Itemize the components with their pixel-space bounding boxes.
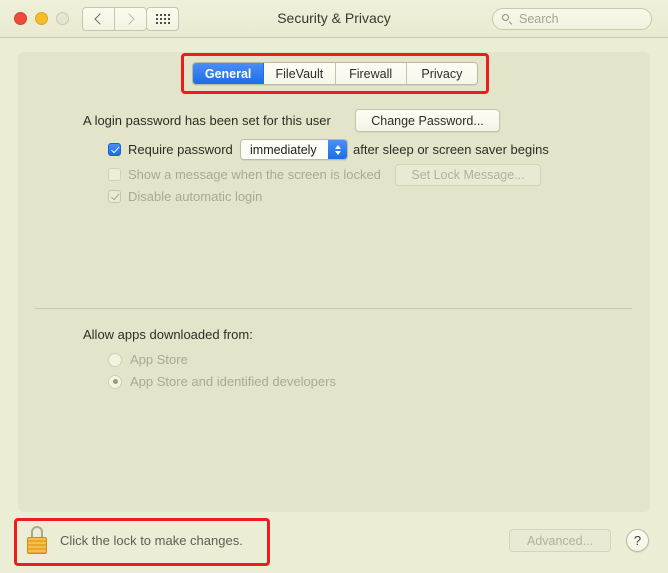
radio-app-store (108, 352, 122, 367)
change-password-button[interactable]: Change Password... (355, 109, 500, 132)
advanced-button: Advanced... (509, 529, 611, 552)
show-lock-message-label: Show a message when the screen is locked (128, 167, 381, 182)
disable-auto-login-row: Disable automatic login (108, 189, 262, 204)
show-lock-message-checkbox (108, 168, 121, 181)
require-password-label: Require password (128, 142, 233, 157)
require-password-delay-value: immediately (250, 142, 317, 157)
require-password-delay-select[interactable]: immediately (240, 139, 348, 160)
require-password-suffix: after sleep or screen saver begins (353, 142, 549, 157)
show-lock-message-row: Show a message when the screen is locked (108, 167, 381, 182)
set-lock-message-label: Set Lock Message... (411, 168, 525, 182)
advanced-label: Advanced... (526, 533, 593, 548)
lock-icon[interactable] (26, 526, 48, 554)
search-input[interactable]: Search (492, 8, 652, 30)
help-button[interactable]: ? (626, 529, 649, 552)
disable-auto-login-label: Disable automatic login (128, 189, 263, 204)
radio-app-store-and-identified-developers (108, 374, 122, 389)
tab-general[interactable]: General (193, 63, 265, 84)
lock-hint-text: Click the lock to make changes. (60, 532, 243, 548)
tab-firewall[interactable]: Firewall (335, 63, 407, 84)
change-password-label: Change Password... (371, 113, 484, 128)
require-password-row: Require password (108, 142, 233, 157)
section-divider (35, 308, 632, 309)
set-lock-message-button: Set Lock Message... (395, 164, 541, 186)
stepper-arrows-icon[interactable] (328, 140, 347, 159)
allow-apps-option-identified-developers: App Store and identified developers (108, 374, 336, 389)
disable-auto-login-checkbox (108, 190, 121, 203)
radio-app-store-label: App Store (130, 352, 188, 367)
radio-identified-developers-label: App Store and identified developers (130, 374, 336, 389)
tab-firewall-label: Firewall (349, 66, 393, 81)
tab-privacy[interactable]: Privacy (406, 63, 477, 84)
help-question-mark-icon: ? (633, 533, 642, 548)
allow-apps-option-app-store: App Store (108, 352, 188, 367)
login-password-status: A login password has been set for this u… (83, 113, 331, 128)
tab-bar: General FileVault Firewall Privacy (192, 62, 478, 85)
tab-filevault[interactable]: FileVault (264, 63, 336, 84)
window-titlebar: Security & Privacy Search (0, 0, 668, 38)
lock-row[interactable]: Click the lock to make changes. (26, 526, 243, 554)
tab-privacy-label: Privacy (421, 66, 463, 81)
search-placeholder: Search (519, 12, 559, 26)
tab-general-label: General (204, 66, 252, 81)
tab-filevault-label: FileVault (275, 66, 324, 81)
allow-apps-heading: Allow apps downloaded from: (83, 327, 253, 342)
require-password-checkbox[interactable] (108, 143, 121, 156)
search-icon (502, 13, 513, 25)
security-privacy-window: Security & Privacy Search General FileVa… (0, 0, 668, 573)
